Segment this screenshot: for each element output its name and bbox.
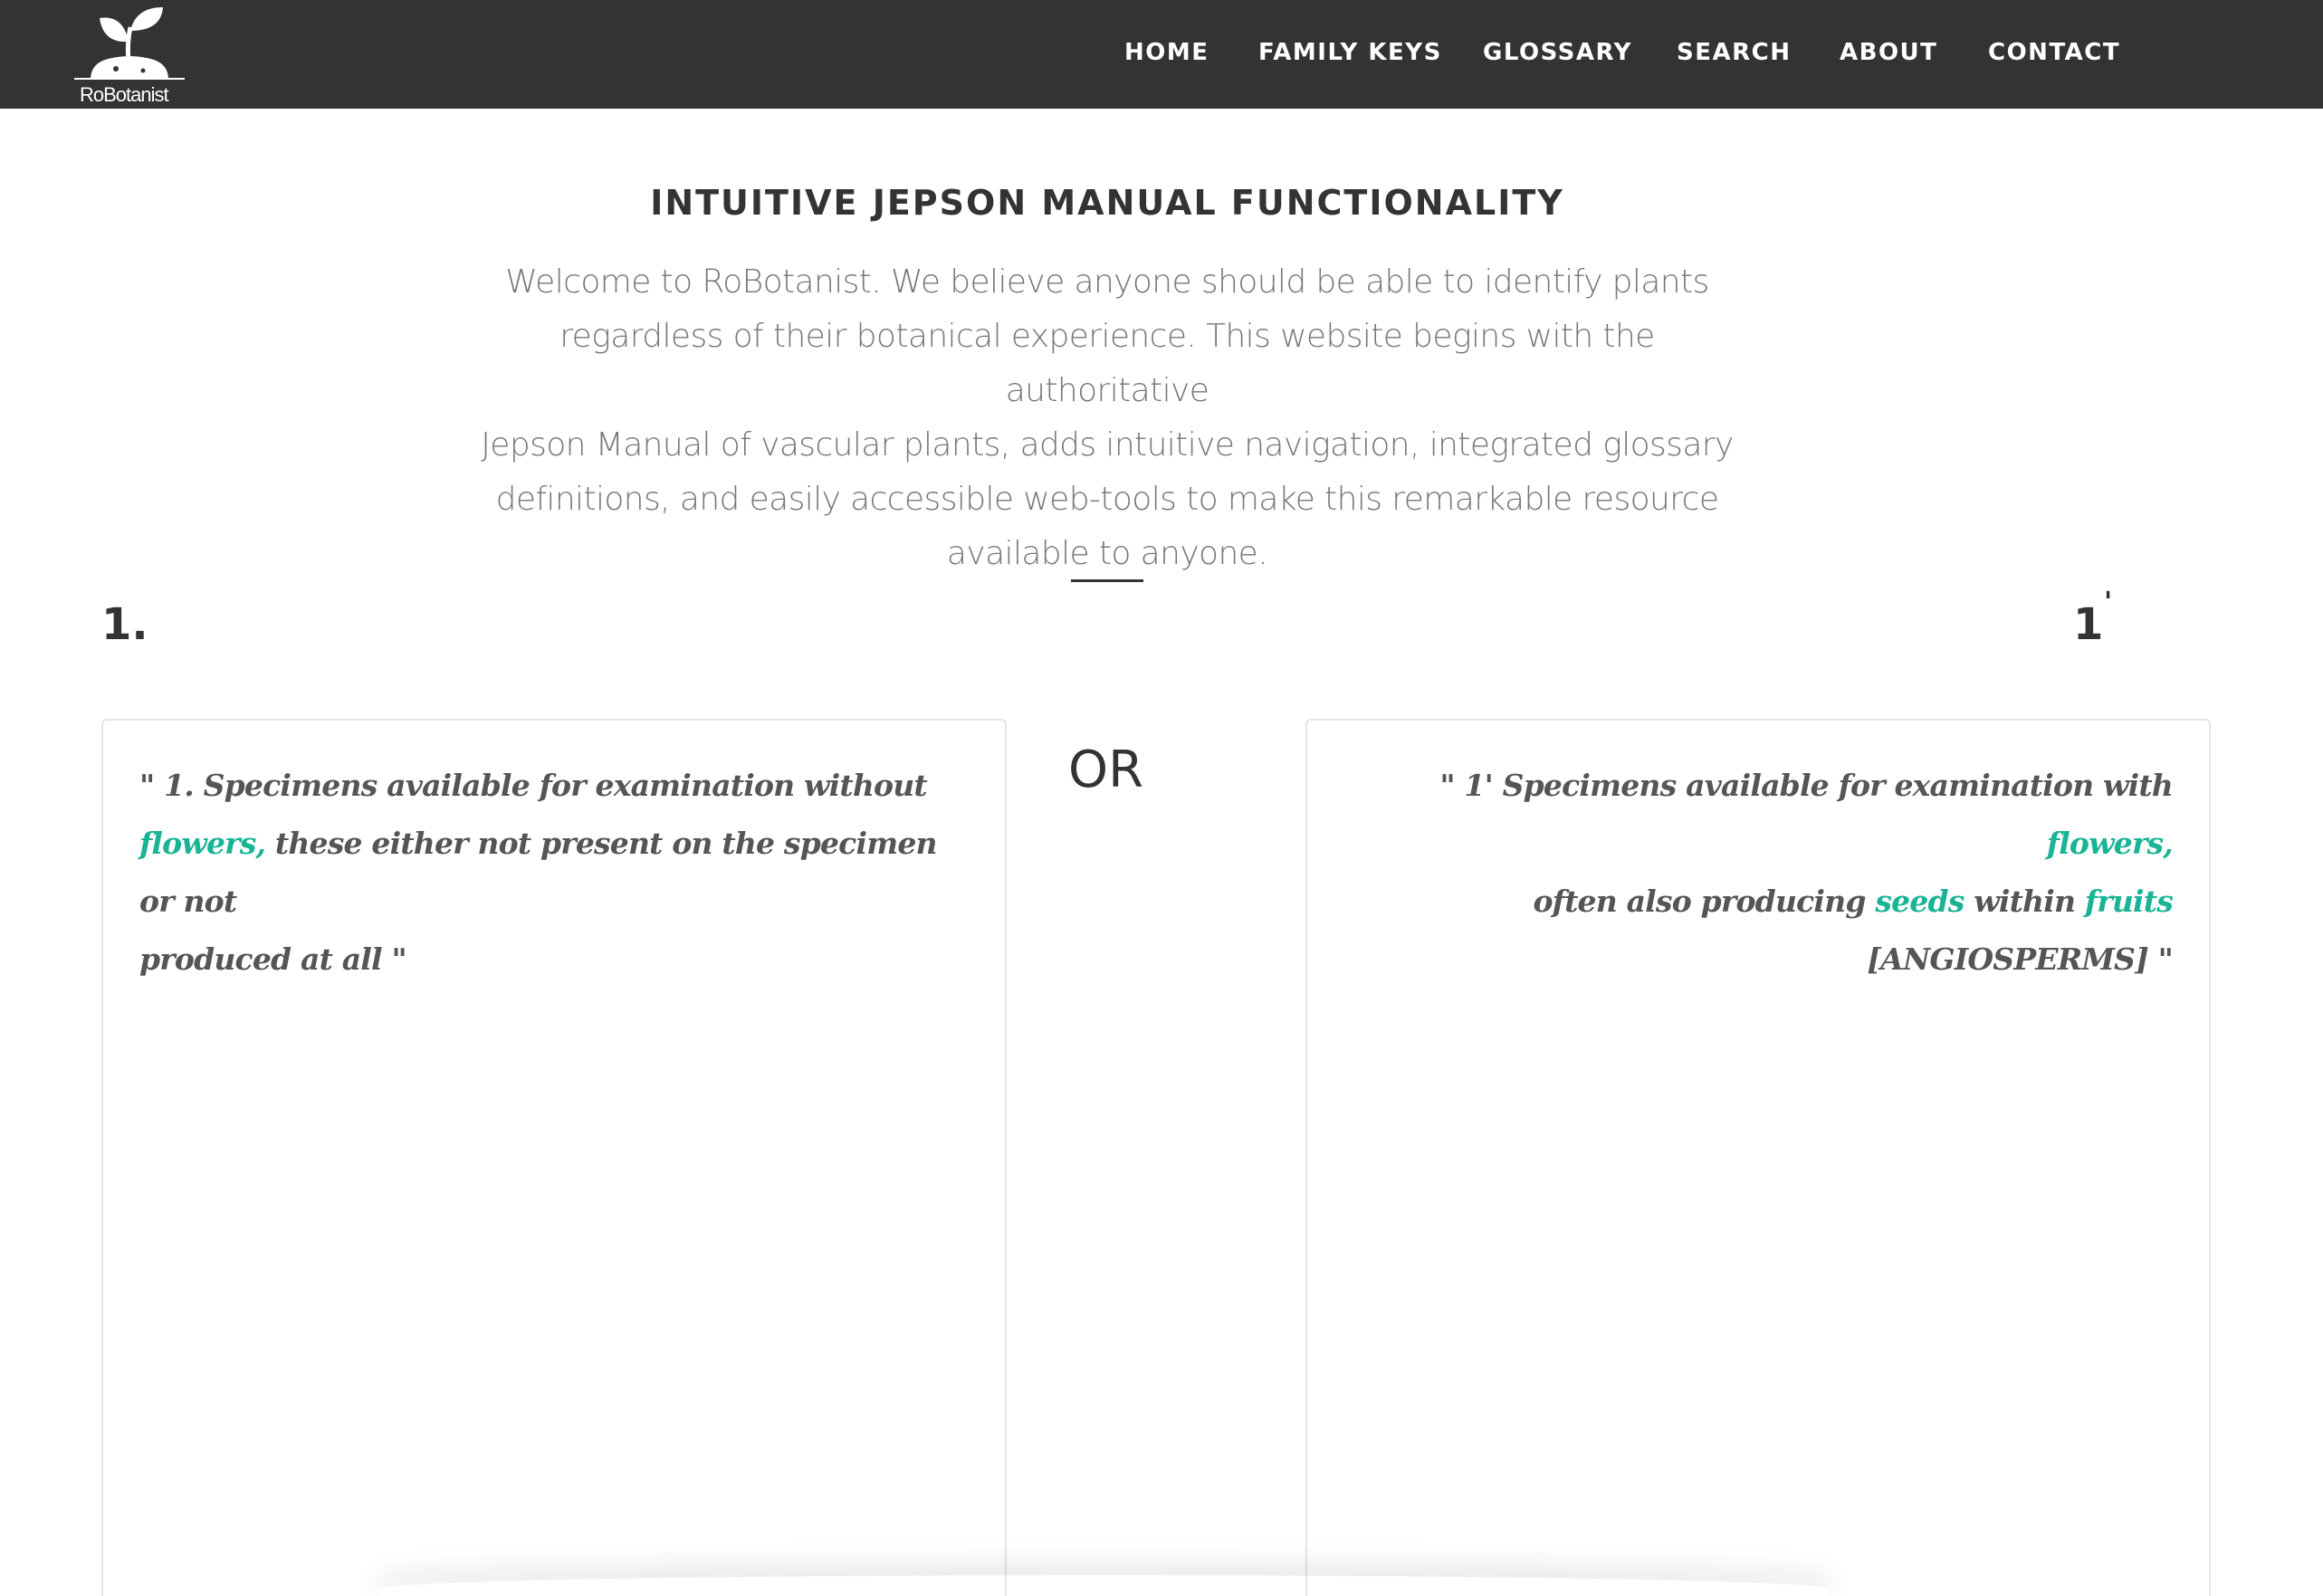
page-title: INTUITIVE JEPSON MANUAL FUNCTIONALITY (650, 183, 1564, 223)
lead-label-right-number: 1 (2073, 599, 2104, 650)
lead-text-line: [ANGIOSPERMS] " (1867, 941, 2173, 977)
lead-text-line: produced at all " (139, 941, 407, 977)
lead-label-left: 1. (101, 599, 148, 650)
lead-label-prime: ' (2104, 587, 2113, 618)
lead-text-fragment: " 1' Specimens available for examination… (1439, 768, 2173, 803)
lead-label-right: 1 ' (2073, 587, 2112, 650)
logo-text: RoBotanist (80, 83, 169, 106)
intro-line: available to anyone. (946, 535, 1268, 572)
section-divider (1071, 579, 1143, 582)
nav-glossary[interactable]: GLOSSARY (1483, 36, 1632, 69)
lead-card-right[interactable]: " 1' Specimens available for examination… (1305, 719, 2211, 1596)
glossary-link-flowers[interactable]: flowers, (2047, 826, 2174, 861)
intro-paragraph: Welcome to RoBotanist. We believe anyone… (471, 255, 1744, 581)
glossary-link-seeds[interactable]: seeds (1875, 884, 1965, 919)
lead-text-line: " 1. Specimens available for examination… (139, 768, 928, 803)
bottom-panel-shadow (380, 1575, 1829, 1596)
seedling-icon (74, 7, 185, 80)
nav-home[interactable]: HOME (1124, 36, 1209, 69)
intro-line: regardless of their botanical experience… (559, 318, 1655, 409)
nav-search[interactable]: SEARCH (1677, 36, 1791, 69)
lead-text-fragment: often also producing (1533, 884, 1876, 919)
lead-text-line: " 1' Specimens available for examination… (1343, 757, 2173, 873)
navbar: RoBotanist HOME FAMILY KEYS GLOSSARY SEA… (0, 0, 2323, 109)
lead-text-fragment: within (1964, 884, 2085, 919)
intro-line: Welcome to RoBotanist. We believe anyone… (505, 263, 1709, 301)
nav-about[interactable]: ABOUT (1840, 36, 1937, 69)
glossary-link-fruits[interactable]: fruits (2085, 884, 2174, 919)
lead-text-line: flowers, these either not present on the… (139, 815, 969, 931)
robotanist-logo[interactable]: RoBotanist (72, 5, 186, 106)
nav-family-keys[interactable]: FAMILY KEYS (1258, 36, 1442, 69)
lead-text-right: " 1' Specimens available for examination… (1343, 757, 2173, 989)
lead-text-line: often also producing seeds within fruits (1343, 873, 2173, 931)
lead-card-left[interactable]: " 1. Specimens available for examination… (101, 719, 1007, 1596)
nav-contact[interactable]: CONTACT (1988, 36, 2120, 69)
glossary-link-flowers[interactable]: flowers, (139, 826, 266, 861)
lead-text-left: " 1. Specimens available for examination… (139, 757, 969, 989)
or-separator: OR (1068, 741, 1143, 799)
intro-line: definitions, and easily accessible web-t… (495, 481, 1719, 518)
intro-line: Jepson Manual of vascular plants, adds i… (481, 426, 1734, 464)
